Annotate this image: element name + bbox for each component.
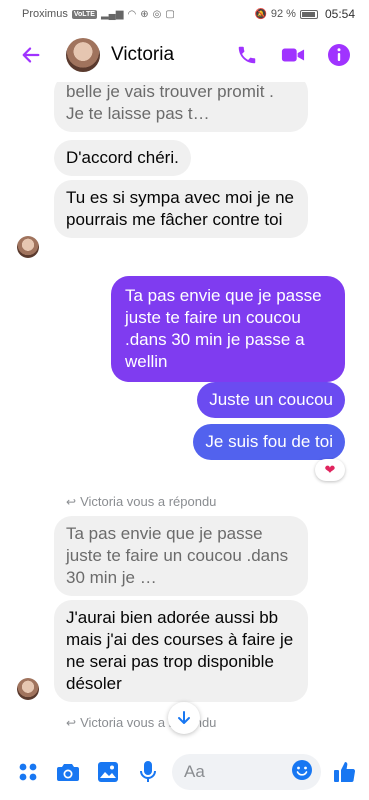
- message-list[interactable]: belle je vais trouver promit . Je te lai…: [0, 82, 369, 744]
- carrier-name: Proximus: [22, 8, 68, 20]
- reply-arrow-icon: ↩: [66, 494, 77, 509]
- scroll-to-bottom-button[interactable]: [168, 702, 200, 734]
- message-bubble-outgoing[interactable]: Juste un coucou: [197, 382, 345, 418]
- message-bubble-outgoing[interactable]: Ta pas envie que je passe juste te faire…: [111, 276, 345, 382]
- thumbs-up-icon[interactable]: [333, 760, 357, 784]
- contact-name[interactable]: Victoria: [111, 44, 235, 66]
- back-arrow-icon[interactable]: [16, 40, 46, 70]
- sync-icon: ⊕: [140, 8, 149, 20]
- instagram-notif-icon: ▢: [165, 8, 175, 20]
- contact-avatar[interactable]: [66, 38, 100, 72]
- signal-icon: ▂▄▆: [100, 8, 124, 20]
- message-composer: Aa: [0, 744, 369, 800]
- reply-indicator-text: Victoria vous a répondu: [80, 494, 217, 509]
- message-input-placeholder: Aa: [184, 762, 205, 781]
- gallery-icon[interactable]: [96, 760, 120, 784]
- wifi-icon: ◠: [127, 8, 137, 20]
- message-bubble-outgoing[interactable]: Je suis fou de toi: [193, 424, 345, 460]
- contact-avatar-small: [17, 678, 39, 700]
- phone-icon[interactable]: [235, 43, 259, 67]
- messenger-notif-icon: ◎: [152, 8, 162, 20]
- battery-icon: [299, 9, 318, 19]
- arrow-down-icon: [178, 711, 190, 724]
- message-bubble-incoming[interactable]: Tu es si sympa avec moi je ne pourrais m…: [54, 180, 308, 238]
- message-input[interactable]: Aa: [172, 754, 321, 790]
- status-bar: Proximus VoLTE ▂▄▆ ◠ ⊕ ◎ ▢ 🔕 92 % 05:54: [0, 0, 369, 28]
- quoted-message-bubble[interactable]: Ta pas envie que je passe juste te faire…: [54, 516, 308, 596]
- clock: 05:54: [324, 7, 355, 21]
- message-bubble-incoming[interactable]: D'accord chéri.: [54, 140, 191, 176]
- contact-avatar-small: [17, 236, 39, 258]
- mute-icon: 🔕: [254, 8, 267, 20]
- info-icon[interactable]: [327, 43, 351, 67]
- video-icon[interactable]: [281, 43, 305, 67]
- reply-arrow-icon: ↩: [66, 715, 77, 730]
- message-bubble-incoming[interactable]: J'aurai bien adorée aussi bb mais j'ai d…: [54, 600, 308, 702]
- reply-indicator: ↩ Victoria vous a répondu: [66, 494, 216, 509]
- heart-reaction-icon[interactable]: ❤: [315, 459, 345, 481]
- volte-badge: VoLTE: [71, 9, 97, 19]
- message-bubble-incoming[interactable]: belle je vais trouver promit . Je te lai…: [54, 82, 308, 132]
- microphone-icon[interactable]: [136, 760, 160, 784]
- camera-icon[interactable]: [56, 760, 80, 784]
- battery-percent: 92 %: [270, 8, 296, 20]
- menu-grid-icon[interactable]: [16, 760, 40, 784]
- emoji-icon[interactable]: [291, 759, 313, 786]
- conversation-header: Victoria: [0, 28, 369, 82]
